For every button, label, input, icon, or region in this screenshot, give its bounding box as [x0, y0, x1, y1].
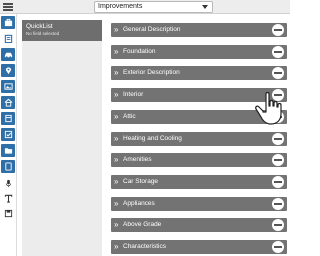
section-bar[interactable]: » Exterior Description: [111, 66, 287, 81]
left-toolbar: [0, 14, 17, 256]
dropdown-value: Improvements: [98, 3, 143, 10]
collapse-toggle-icon[interactable]: [272, 241, 284, 253]
bookmark-icon[interactable]: [1, 112, 15, 125]
collapse-toggle-icon[interactable]: [272, 132, 284, 145]
section-label: Foundation: [123, 47, 156, 55]
expand-chevron-icon: »: [114, 68, 119, 78]
expand-chevron-icon: »: [114, 133, 119, 143]
section-bar[interactable]: » Foundation: [111, 44, 287, 59]
section-bar[interactable]: » Car Storage: [111, 174, 287, 189]
section-label: Appliances: [123, 199, 155, 207]
collapse-toggle-icon[interactable]: [272, 24, 284, 36]
expand-chevron-icon: »: [114, 176, 119, 186]
chevron-down-icon: [202, 5, 208, 9]
quicklist-title: QuickList: [26, 23, 53, 30]
text-tool-icon[interactable]: [1, 192, 15, 205]
expand-chevron-icon: »: [114, 242, 119, 251]
top-bar: Improvements: [0, 0, 290, 14]
microphone-icon[interactable]: [1, 177, 15, 190]
app-window: Improvements QuickList No field selected…: [0, 0, 290, 256]
section-label: Heating and Cooling: [123, 134, 182, 142]
expand-chevron-icon: »: [114, 25, 119, 34]
clipboard-icon[interactable]: [1, 32, 15, 45]
section-label: General Description: [123, 26, 181, 33]
hand-pointer-icon: [255, 91, 282, 125]
expand-chevron-icon: »: [114, 46, 119, 56]
expand-chevron-icon: »: [114, 90, 119, 100]
document-icon[interactable]: [1, 160, 15, 173]
section-bar[interactable]: » Heating and Cooling: [111, 131, 287, 146]
quicklist-header[interactable]: QuickList No field selected: [22, 20, 102, 41]
collapse-toggle-icon[interactable]: [272, 175, 284, 188]
save-icon[interactable]: [1, 207, 15, 220]
map-pin-icon[interactable]: [1, 64, 15, 77]
car-icon[interactable]: [1, 48, 15, 61]
expand-chevron-icon: »: [114, 198, 119, 208]
quicklist-panel: QuickList No field selected: [22, 20, 102, 256]
expand-chevron-icon: »: [114, 220, 119, 230]
section-label: Amenities: [123, 156, 152, 164]
section-label: Attic: [123, 112, 136, 120]
section-bar[interactable]: » General Description: [111, 23, 287, 37]
section-bar[interactable]: » Characteristics: [111, 240, 287, 254]
section-label: Car Storage: [123, 177, 159, 185]
section-label: Characteristics: [123, 243, 166, 250]
collapse-toggle-icon[interactable]: [272, 45, 284, 58]
collapse-toggle-icon[interactable]: [272, 67, 284, 80]
section-dropdown[interactable]: Improvements: [94, 1, 213, 13]
section-bar[interactable]: » Appliances: [111, 196, 287, 211]
hamburger-menu-icon[interactable]: [3, 3, 13, 11]
section-bar[interactable]: » Amenities: [111, 153, 287, 168]
house-icon[interactable]: [1, 96, 15, 109]
briefcase-icon[interactable]: [1, 16, 15, 29]
collapse-toggle-icon[interactable]: [272, 154, 284, 167]
section-label: Exterior Description: [123, 69, 180, 77]
section-label: Interior: [123, 91, 144, 99]
expand-chevron-icon: »: [114, 111, 119, 121]
section-label: Above Grade: [123, 221, 162, 229]
image-icon[interactable]: [1, 80, 15, 93]
folder-icon[interactable]: [1, 144, 15, 157]
section-bar[interactable]: » Above Grade: [111, 218, 287, 233]
collapse-toggle-icon[interactable]: [272, 219, 284, 232]
expand-chevron-icon: »: [114, 155, 119, 165]
checkbox-icon[interactable]: [1, 128, 15, 141]
quicklist-subtitle: No field selected: [26, 31, 60, 36]
collapse-toggle-icon[interactable]: [272, 197, 284, 210]
